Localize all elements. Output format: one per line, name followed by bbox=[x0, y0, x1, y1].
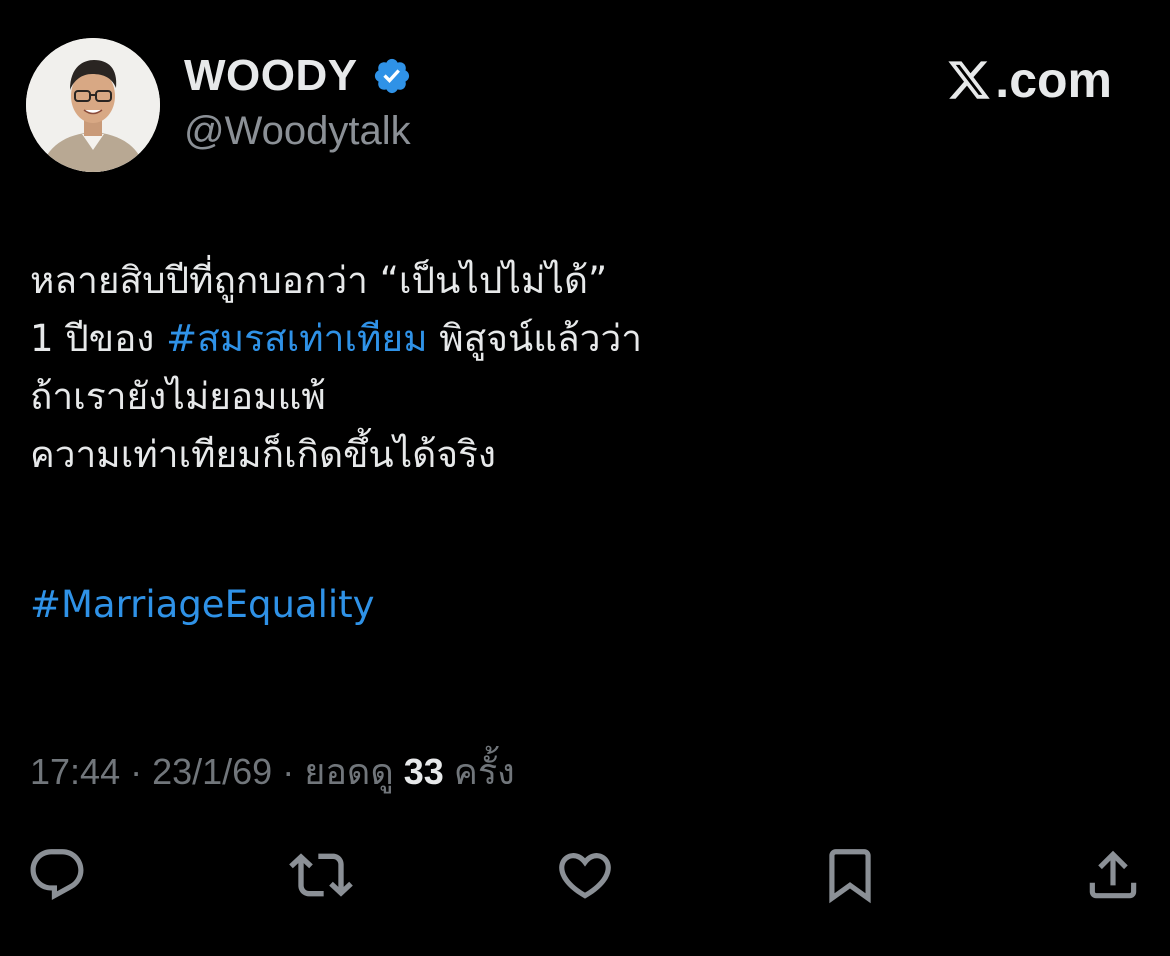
tweet-line-1: หลายสิบปีที่ถูกบอกว่า “เป็นไปไม่ได้” bbox=[30, 259, 608, 302]
views-count[interactable]: 33 bbox=[404, 751, 444, 792]
hashtag-link-thai[interactable]: #สมรสเท่าเทียม bbox=[166, 317, 427, 360]
bookmark-button[interactable] bbox=[815, 840, 885, 910]
share-button[interactable] bbox=[1078, 840, 1148, 910]
brand-domain-text: .com bbox=[995, 52, 1112, 108]
tweet-meta: 17:44 · 23/1/69 · ยอดดู 33 ครั้ง bbox=[30, 748, 515, 796]
tweet-spacer bbox=[30, 484, 1140, 576]
tweet-line-2-suffix: พิสูจน์แล้วว่า bbox=[427, 317, 643, 360]
retweet-icon bbox=[289, 853, 353, 897]
share-icon bbox=[1089, 850, 1137, 899]
views-unit: ครั้ง bbox=[443, 751, 515, 792]
avatar[interactable] bbox=[26, 38, 160, 172]
bookmark-icon bbox=[829, 849, 871, 904]
tweet-line-2: 1 ปีของ #สมรสเท่าเทียม พิสูจน์แล้วว่า bbox=[30, 310, 1140, 368]
like-button[interactable] bbox=[550, 840, 620, 910]
x-logo-icon bbox=[948, 61, 991, 99]
retweet-button[interactable] bbox=[286, 840, 356, 910]
brand-logo: .com bbox=[945, 50, 1112, 110]
meta-separator-2: · bbox=[272, 751, 305, 792]
views-label: ยอดดู bbox=[304, 751, 404, 792]
display-name[interactable]: WOODY bbox=[184, 50, 358, 102]
reply-icon bbox=[30, 849, 84, 901]
hashtag-link-marriage-equality[interactable]: #MarriageEquality bbox=[30, 576, 1140, 634]
verified-badge-icon bbox=[374, 58, 409, 94]
action-bar bbox=[0, 840, 1170, 910]
tweet-line-2-prefix: 1 ปีของ bbox=[30, 317, 167, 360]
like-heart-icon bbox=[559, 853, 611, 899]
tweet-text: หลายสิบปีที่ถูกบอกว่า “เป็นไปไม่ได้” 1 ป… bbox=[30, 252, 1140, 634]
reply-button[interactable] bbox=[22, 840, 92, 910]
tweet-time[interactable]: 17:44 bbox=[30, 751, 120, 792]
tweet-line-4: ความเท่าเทียมก็เกิดขึ้นได้จริง bbox=[30, 433, 496, 476]
author-name-row[interactable]: WOODY bbox=[184, 50, 412, 102]
author-handle[interactable]: @Woodytalk bbox=[184, 106, 411, 156]
profile-photo-icon bbox=[26, 38, 160, 172]
meta-separator-1: · bbox=[120, 751, 153, 792]
tweet-date[interactable]: 23/1/69 bbox=[152, 751, 272, 792]
tweet-line-3: ถ้าเรายังไม่ยอมแพ้ bbox=[30, 375, 326, 418]
